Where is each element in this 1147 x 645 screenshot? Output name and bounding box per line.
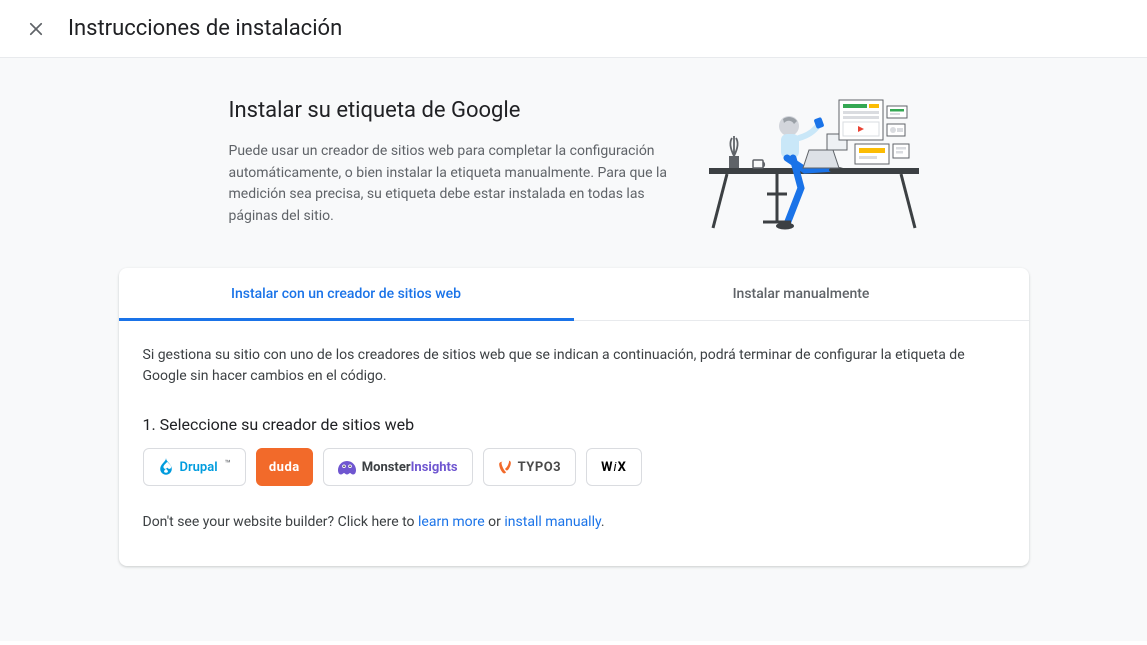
builder-monsterinsights[interactable]: MonsterInsights	[323, 448, 473, 486]
builder-wix-label: WiX	[601, 460, 627, 475]
step-1-title: 1. Seleccione su creador de sitios web	[143, 415, 1005, 434]
builder-drupal[interactable]: Drupal ™	[143, 448, 246, 486]
install-manually-link[interactable]: install manually	[504, 514, 601, 530]
builder-drupal-label: Drupal	[180, 460, 218, 475]
builder-list: Drupal ™ duda MonsterInsights TYPO3 WiX	[143, 448, 1005, 486]
typo3-icon	[498, 460, 512, 474]
builder-typo3[interactable]: TYPO3	[483, 448, 577, 486]
close-button[interactable]	[24, 17, 48, 41]
builder-monsterinsights-label: MonsterInsights	[362, 460, 458, 475]
install-card: Instalar con un creador de sitios web In…	[119, 268, 1029, 566]
monsterinsights-icon	[338, 459, 356, 475]
help-prefix: Don't see your website builder? Click he…	[143, 514, 419, 530]
dialog-header: Instrucciones de instalación	[0, 0, 1147, 58]
intro-title: Instalar su etiqueta de Google	[229, 98, 669, 123]
learn-more-link[interactable]: learn more	[418, 514, 485, 530]
help-line: Don't see your website builder? Click he…	[143, 514, 1005, 530]
builder-duda-label: duda	[269, 460, 300, 475]
tab-bar: Instalar con un creador de sitios web In…	[119, 268, 1029, 321]
trademark-icon: ™	[225, 459, 231, 470]
tab-manual[interactable]: Instalar manualmente	[574, 268, 1029, 320]
builder-tab-description: Si gestiona su sitio con uno de los crea…	[143, 345, 1005, 387]
builder-duda[interactable]: duda	[256, 448, 313, 486]
intro-text: Instalar su etiqueta de Google Puede usa…	[229, 98, 669, 238]
close-icon	[27, 20, 45, 38]
hero-illustration	[709, 98, 919, 238]
drupal-icon	[158, 458, 174, 476]
content: Instalar su etiqueta de Google Puede usa…	[0, 58, 1147, 641]
help-suffix: .	[601, 514, 605, 530]
builder-wix[interactable]: WiX	[586, 448, 642, 486]
intro-description: Puede usar un creador de sitios web para…	[229, 141, 669, 228]
tab-builder-panel: Si gestiona su sitio con uno de los crea…	[119, 321, 1029, 566]
help-middle: or	[485, 514, 505, 530]
tab-builder[interactable]: Instalar con un creador de sitios web	[119, 268, 574, 320]
builder-typo3-label: TYPO3	[518, 460, 562, 475]
page-title: Instrucciones de instalación	[68, 16, 342, 41]
intro-section: Instalar su etiqueta de Google Puede usa…	[119, 98, 1029, 238]
